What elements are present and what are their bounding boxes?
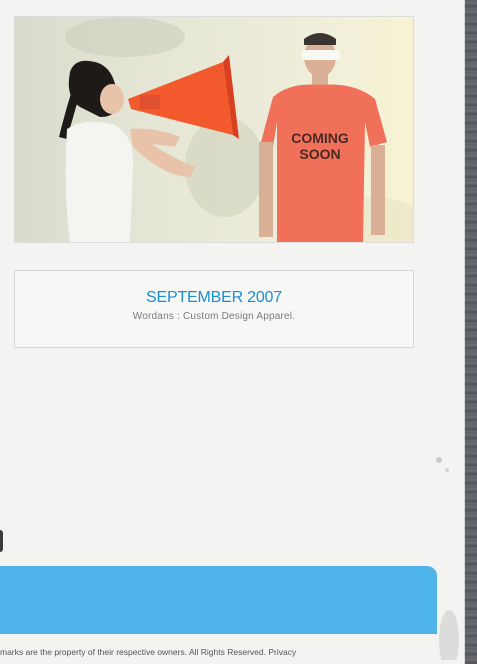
grunge-border xyxy=(465,0,477,664)
caption-box: SEPTEMBER 2007 Wordans : Custom Design A… xyxy=(14,270,414,348)
footer-legal: marks are the property of their respecti… xyxy=(0,647,296,657)
traffic-cone xyxy=(128,55,239,139)
caption-subtitle: Wordans : Custom Design Apparel. xyxy=(132,311,296,322)
page-edge-line xyxy=(464,0,465,664)
privacy-link[interactable]: Privacy xyxy=(268,647,296,657)
footer-legal-text: marks are the property of their respecti… xyxy=(0,647,266,657)
left-edge-mark xyxy=(0,530,3,552)
caption-title: SEPTEMBER 2007 xyxy=(146,289,282,306)
svg-text:COMING: COMING xyxy=(291,130,349,146)
hero-image: COMING SOON xyxy=(14,16,414,243)
footer-bar xyxy=(0,566,437,634)
svg-text:SOON: SOON xyxy=(299,146,340,162)
